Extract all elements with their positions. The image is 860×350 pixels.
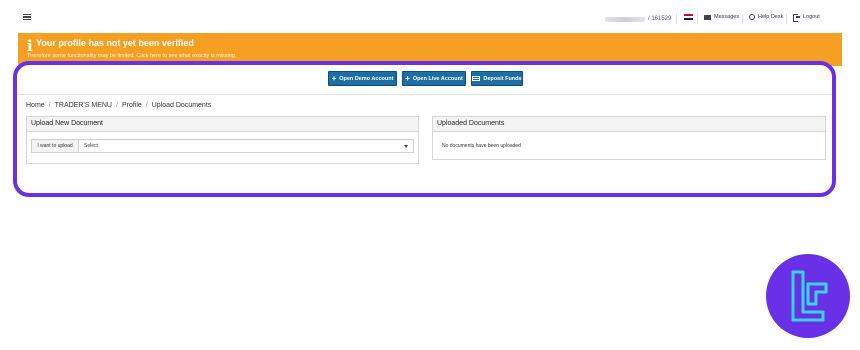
language-selector[interactable] [684,14,693,20]
messages-link[interactable]: Messages [704,14,739,20]
account-info: / 161529 [605,16,671,22]
helpdesk-label: Help Desk [758,14,784,20]
open-demo-account-button[interactable]: + Open Demo Account [328,71,397,86]
lifebuoy-icon [749,14,755,20]
breadcrumb-separator: / [48,102,51,109]
action-bar: + Open Demo Account + Open Live Account … [17,65,832,95]
breadcrumb-current: Upload Documents [151,102,212,109]
breadcrumb: Home / TRADER'S MENU / Profile / Upload … [26,102,211,109]
chevron-down-icon [404,145,408,148]
empty-state-message: No documents have been uploaded [442,143,521,149]
logout-link[interactable]: Logout [793,14,820,22]
upload-panel-title: Upload New Document [27,117,418,132]
document-type-select[interactable]: Select [79,140,413,152]
deposit-funds-button[interactable]: Deposit Funds [471,71,523,86]
redacted-account-name [605,16,645,22]
document-type-value: Select [84,143,98,149]
open-live-account-label: Open Live Account [412,75,463,82]
helpdesk-link[interactable]: Help Desk [749,14,783,20]
uk-flag-icon [684,14,693,20]
highlighted-content-frame: + Open Demo Account + Open Live Account … [13,61,836,197]
uploaded-panel-title: Uploaded Documents [433,117,825,132]
plus-icon: + [405,73,410,83]
plus-icon: + [331,73,337,83]
logout-label: Logout [803,14,820,20]
upload-type-row: I want to upload Select [31,139,414,153]
upload-type-label: I want to upload [32,140,79,152]
breadcrumb-separator: / [145,102,148,109]
brand-logo [766,254,850,338]
open-live-account-button[interactable]: + Open Live Account [402,71,466,86]
uploaded-documents-panel: Uploaded Documents No documents have bee… [432,116,826,160]
divider [742,14,743,24]
logout-icon [793,14,800,22]
brand-mark-icon [791,270,828,322]
warning-title: Your profile has not yet been verified [36,38,194,48]
menu-icon[interactable] [23,14,31,20]
breadcrumb-traders-menu[interactable]: TRADER'S MENU [55,102,112,109]
messages-label: Messages [714,14,740,20]
divider [676,14,677,24]
deposit-funds-label: Deposit Funds [483,75,522,82]
breadcrumb-profile[interactable]: Profile [122,102,142,109]
divider [786,14,787,24]
upload-new-document-panel: Upload New Document I want to upload Sel… [26,116,419,164]
account-number: / 161529 [648,16,672,22]
divider [697,14,698,24]
breadcrumb-home[interactable]: Home [26,102,45,109]
envelope-icon [704,14,711,20]
breadcrumb-separator: / [115,102,118,109]
open-demo-account-label: Open Demo Account [339,75,394,82]
warning-subtitle[interactable]: Therefore some functionality may be limi… [27,53,236,59]
top-navbar: / 161529 Messages Help Desk Logout [0,0,860,32]
credit-card-icon [472,76,481,81]
